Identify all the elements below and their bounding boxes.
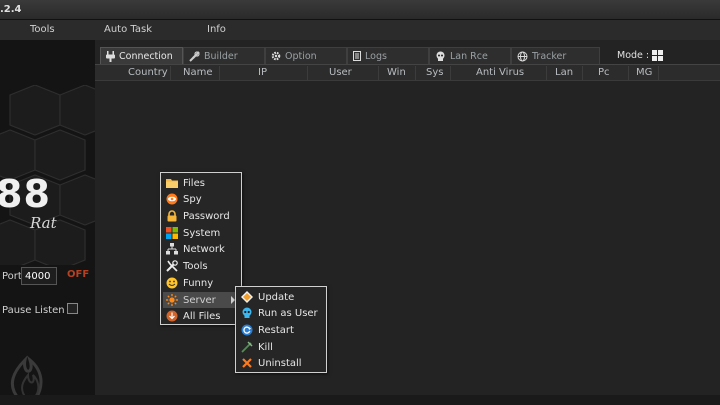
menu-item-label: System — [183, 227, 221, 239]
menu-item-label: Run as User — [258, 307, 318, 319]
column-mg[interactable]: MG — [636, 67, 652, 78]
port-label: Port — [2, 271, 22, 282]
menu-item-label: Kill — [258, 341, 273, 353]
menu-item-password[interactable]: Password — [163, 208, 239, 224]
globe-icon — [517, 51, 528, 61]
menu-item-uninstall[interactable]: Uninstall — [238, 355, 324, 371]
close-icon — [242, 358, 252, 368]
tab-logs-label: Logs — [365, 50, 387, 62]
sun-icon — [166, 294, 178, 306]
tab-tracker[interactable]: Tracker — [511, 47, 600, 64]
menu-item-funny[interactable]: Funny — [163, 275, 239, 291]
menu-item-spy[interactable]: Spy — [163, 191, 239, 207]
kill-icon — [241, 341, 253, 353]
status-strip — [0, 395, 720, 405]
menu-item-all-files[interactable]: All Files — [163, 308, 239, 324]
windows-icon — [166, 227, 178, 239]
menu-item-network[interactable]: Network — [163, 241, 239, 257]
context-menu: Files Spy Password System Network Tools … — [160, 172, 242, 325]
menu-item-kill[interactable]: Kill — [238, 339, 324, 355]
tab-builder[interactable]: Builder — [183, 47, 265, 64]
logs-icon — [353, 51, 361, 61]
mode-label: Mode : — [617, 50, 650, 61]
connection-table-header: Country Name IP User Win Sys Anti Virus … — [95, 64, 720, 81]
mode-indicator: Mode : — [617, 50, 664, 61]
menu-item-restart[interactable]: Restart — [238, 322, 324, 338]
lock-icon — [167, 210, 177, 222]
tab-option[interactable]: Option — [265, 47, 347, 64]
network-icon — [166, 243, 178, 255]
menu-auto-task[interactable]: Auto Task — [104, 24, 152, 35]
title-bar: .2.4 — [0, 0, 720, 20]
update-icon — [241, 291, 253, 303]
sidebar: 88 Rat Port OFF Pause Listen — [0, 40, 95, 405]
tools-icon — [189, 50, 200, 62]
eye-icon — [166, 193, 178, 205]
port-input[interactable] — [21, 267, 57, 285]
column-pc[interactable]: Pc — [598, 67, 610, 78]
menu-item-server[interactable]: Server — [163, 292, 239, 308]
windows-icon — [652, 50, 664, 61]
menu-item-label: Update — [258, 291, 295, 303]
logo-text: Rat — [30, 214, 57, 232]
restart-icon — [241, 324, 253, 336]
tab-lan-rce[interactable]: Lan Rce — [429, 47, 511, 64]
menu-item-update[interactable]: Update — [238, 289, 324, 305]
menu-item-label: Tools — [183, 260, 208, 272]
menu-item-label: Funny — [183, 277, 214, 289]
menu-item-label: Password — [183, 210, 230, 222]
tab-builder-label: Builder — [204, 50, 238, 62]
column-user[interactable]: User — [329, 67, 352, 78]
column-ip[interactable]: IP — [258, 67, 267, 78]
server-submenu: Update Run as User Restart Kill Uninstal… — [235, 286, 327, 373]
plug-icon — [106, 50, 115, 62]
menu-item-label: Uninstall — [258, 357, 302, 369]
pause-listen-label: Pause Listen — [2, 305, 65, 316]
menu-info[interactable]: Info — [207, 24, 226, 35]
menu-item-label: Network — [183, 243, 225, 255]
tools-icon — [166, 260, 178, 272]
folder-icon — [166, 179, 178, 188]
status-badge: OFF — [67, 269, 90, 280]
tab-lan-rce-label: Lan Rce — [450, 50, 488, 62]
menu-item-label: Files — [183, 177, 205, 189]
gear-icon — [271, 51, 281, 61]
flame-logo-icon — [10, 355, 43, 400]
menu-item-tools[interactable]: Tools — [163, 258, 239, 274]
pause-listen-checkbox[interactable] — [67, 303, 78, 314]
column-name[interactable]: Name — [183, 67, 213, 78]
skull-icon — [436, 51, 445, 61]
tab-option-label: Option — [285, 50, 317, 62]
skull-icon — [242, 307, 252, 318]
menu-item-label: Restart — [258, 324, 294, 336]
menu-bar: Tools Auto Task Info — [0, 20, 720, 40]
logo-number: 88 — [0, 172, 51, 216]
column-sys[interactable]: Sys — [426, 67, 443, 78]
column-antivirus[interactable]: Anti Virus — [476, 67, 524, 78]
column-lan[interactable]: Lan — [555, 67, 573, 78]
menu-item-label: All Files — [183, 310, 221, 322]
tab-connection[interactable]: Connection — [100, 47, 183, 64]
smiley-icon — [166, 277, 178, 289]
tab-tracker-label: Tracker — [532, 50, 567, 62]
menu-item-run-as-user[interactable]: Run as User — [238, 305, 324, 321]
menu-tools[interactable]: Tools — [30, 24, 55, 35]
column-win[interactable]: Win — [387, 67, 406, 78]
column-country[interactable]: Country — [128, 67, 168, 78]
menu-item-files[interactable]: Files — [163, 175, 239, 191]
menu-item-label: Spy — [183, 193, 202, 205]
app-version: .2.4 — [0, 4, 22, 15]
menu-item-label: Server — [183, 294, 216, 306]
download-icon — [166, 310, 178, 322]
tab-strip: Connection Builder Option Logs Lan Rce T… — [95, 47, 720, 64]
menu-item-system[interactable]: System — [163, 225, 239, 241]
tab-connection-label: Connection — [119, 50, 173, 62]
tab-logs[interactable]: Logs — [347, 47, 429, 64]
